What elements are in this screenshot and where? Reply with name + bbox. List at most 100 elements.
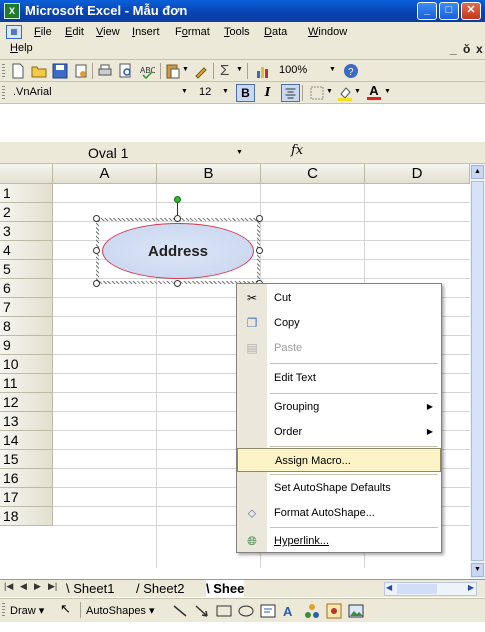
scroll-left-icon[interactable]: ◀	[386, 583, 392, 592]
name-box-dropdown-icon[interactable]: ▼	[236, 149, 243, 156]
scroll-down-icon[interactable]: ▼	[471, 563, 484, 577]
menu-help[interactable]: Help	[10, 42, 33, 54]
row-header-3[interactable]: 3	[0, 222, 53, 241]
name-box[interactable]: Oval 1	[88, 144, 246, 162]
next-sheet-icon[interactable]: ▶	[34, 581, 41, 592]
row-header-13[interactable]: 13	[0, 412, 53, 431]
draw-menu-button[interactable]: Draw ▾	[10, 604, 44, 617]
horizontal-scroll-thumb[interactable]	[397, 584, 437, 594]
scroll-right-icon[interactable]: ▶	[468, 583, 474, 592]
rotate-handle[interactable]	[174, 196, 181, 203]
excel-icon[interactable]: X	[4, 3, 20, 19]
row-header-7[interactable]: 7	[0, 298, 53, 317]
vertical-scrollbar[interactable]: ▲ ▼	[470, 164, 485, 579]
address-oval-shape[interactable]: Address	[102, 223, 254, 279]
menu-tools[interactable]: Tools	[224, 26, 250, 38]
doc-minimize-button[interactable]: _	[450, 42, 457, 56]
save-icon[interactable]	[52, 63, 68, 79]
menu-insert[interactable]: Insert	[132, 26, 160, 38]
maximize-button[interactable]: □	[439, 2, 459, 20]
insert-picture-icon[interactable]	[348, 603, 364, 619]
first-sheet-icon[interactable]: |◀	[4, 581, 13, 592]
resize-handle-w[interactable]	[93, 247, 100, 254]
row-header-11[interactable]: 11	[0, 374, 53, 393]
row-header-10[interactable]: 10	[0, 355, 53, 374]
select-all-corner[interactable]	[0, 164, 53, 184]
scroll-up-icon[interactable]: ▲	[471, 165, 484, 179]
row-header-14[interactable]: 14	[0, 431, 53, 450]
italic-button[interactable]: I	[258, 84, 277, 102]
menu-edit[interactable]: Edit	[65, 26, 84, 38]
resize-handle-ne[interactable]	[256, 215, 263, 222]
minimize-button[interactable]: _	[417, 2, 437, 20]
fx-icon[interactable]: fx	[291, 143, 303, 158]
menu-window[interactable]: Window	[308, 26, 347, 38]
prev-sheet-icon[interactable]: ◀	[20, 581, 27, 592]
menu-format[interactable]: Format	[175, 26, 210, 38]
borders-icon[interactable]	[309, 85, 325, 101]
row-header-16[interactable]: 16	[0, 469, 53, 488]
close-button[interactable]: ✕	[461, 2, 481, 20]
line-icon[interactable]	[172, 603, 188, 619]
resize-handle-e[interactable]	[256, 247, 263, 254]
print-icon[interactable]	[97, 63, 113, 79]
vertical-scroll-thumb[interactable]	[471, 181, 484, 561]
arrow-icon[interactable]	[194, 603, 210, 619]
clip-art-icon[interactable]	[326, 603, 342, 619]
row-header-12[interactable]: 12	[0, 393, 53, 412]
format-painter-icon[interactable]	[193, 63, 209, 79]
autosum-dropdown-icon[interactable]: ▼	[236, 66, 243, 73]
row-header-1[interactable]: 1	[0, 184, 53, 203]
bold-button[interactable]: B	[236, 84, 255, 102]
menu-item-set-autoshape-defaults[interactable]: Set AutoShape Defaults	[237, 476, 441, 500]
sheet-tab-sheet1[interactable]: \ Sheet1	[66, 580, 114, 597]
menu-item-edit-text[interactable]: Edit Text	[237, 366, 441, 390]
row-header-18[interactable]: 18	[0, 507, 53, 526]
select-objects-icon[interactable]: ↖	[60, 601, 71, 617]
column-header-b[interactable]: B	[157, 164, 261, 184]
doc-restore-button[interactable]: ŏ	[463, 42, 470, 56]
row-header-9[interactable]: 9	[0, 336, 53, 355]
menu-file[interactable]: File	[34, 26, 52, 38]
diagram-icon[interactable]	[304, 603, 320, 619]
fill-dropdown-icon[interactable]: ▼	[354, 88, 361, 95]
doc-close-button[interactable]: x	[476, 42, 483, 56]
menu-item-format-autoshape[interactable]: ⬦ Format AutoShape...	[237, 501, 441, 525]
menu-item-cut[interactable]: ✂ Cut	[237, 286, 441, 310]
align-center-icon[interactable]	[281, 84, 300, 102]
menu-item-grouping[interactable]: Grouping ▶	[237, 395, 441, 419]
open-icon[interactable]	[31, 63, 47, 79]
resize-handle-sw[interactable]	[93, 280, 100, 287]
font-dropdown-icon[interactable]: ▼	[181, 88, 188, 95]
row-header-17[interactable]: 17	[0, 488, 53, 507]
oval-icon[interactable]	[238, 603, 254, 619]
print-preview-icon[interactable]	[118, 63, 134, 79]
menu-item-order[interactable]: Order ▶	[237, 420, 441, 444]
row-header-2[interactable]: 2	[0, 203, 53, 222]
zoom-dropdown-icon[interactable]: ▼	[329, 66, 336, 73]
menu-item-copy[interactable]: ❐ Copy	[237, 311, 441, 335]
font-color-dropdown-icon[interactable]: ▼	[384, 88, 391, 95]
sheet-tab-sheet2[interactable]: / Sheet2	[136, 580, 184, 597]
font-color-icon[interactable]: A	[366, 83, 382, 101]
rectangle-icon[interactable]	[216, 603, 232, 619]
sheet-tab-sheet3[interactable]: \ Shee	[206, 580, 245, 597]
row-header-4[interactable]: 4	[0, 241, 53, 260]
paste-dropdown-icon[interactable]: ▼	[182, 66, 189, 73]
menu-item-paste[interactable]: ▤ Paste	[237, 336, 441, 360]
resize-handle-nw[interactable]	[93, 215, 100, 222]
menu-view[interactable]: View	[96, 26, 120, 38]
row-header-15[interactable]: 15	[0, 450, 53, 469]
column-header-d[interactable]: D	[365, 164, 470, 184]
new-icon[interactable]	[10, 63, 26, 79]
column-header-a[interactable]: A	[53, 164, 157, 184]
borders-dropdown-icon[interactable]: ▼	[326, 88, 333, 95]
wordart-icon[interactable]: A	[282, 603, 298, 619]
size-dropdown-icon[interactable]: ▼	[222, 88, 229, 95]
fill-color-icon[interactable]	[337, 85, 353, 101]
column-header-c[interactable]: C	[261, 164, 365, 184]
horizontal-scrollbar[interactable]: ◀ ▶	[384, 582, 477, 596]
autosum-icon[interactable]: Σ	[220, 62, 229, 79]
menu-item-hyperlink[interactable]: 🌐︎ Hyperlink...	[237, 529, 441, 553]
paste-icon[interactable]	[165, 63, 181, 79]
